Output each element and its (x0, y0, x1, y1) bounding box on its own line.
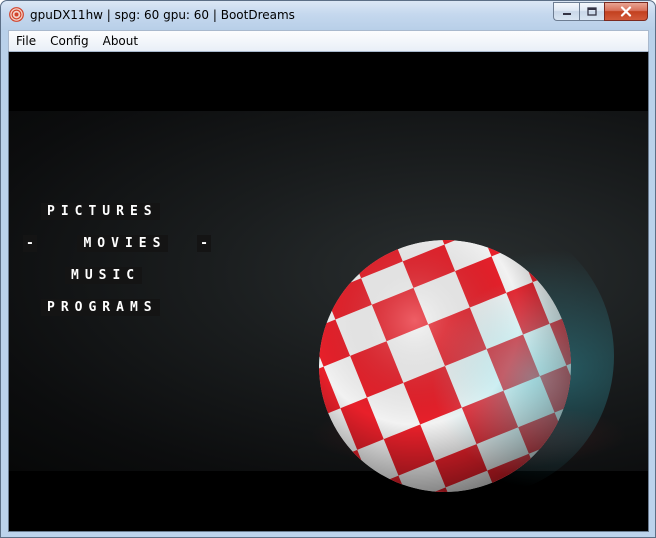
close-icon (620, 6, 632, 17)
selection-marker-right: - (197, 235, 211, 252)
minimize-button[interactable] (553, 2, 579, 21)
option-pictures-label: PICTURES (41, 203, 160, 220)
app-window: gpuDX11hw | spg: 60 gpu: 60 | BootDreams (0, 0, 656, 538)
option-programs[interactable]: PROGRAMS (9, 299, 209, 320)
option-movies-label: MOVIES (77, 235, 169, 252)
menu-about[interactable]: About (96, 32, 145, 51)
scene-background: PICTURES - MOVIES - MUSIC PROGRAMS (9, 111, 648, 496)
menu-config[interactable]: Config (43, 32, 96, 51)
option-programs-label: PROGRAMS (41, 299, 160, 316)
menu-bar: File Config About (8, 30, 649, 51)
render-viewport[interactable]: PICTURES - MOVIES - MUSIC PROGRAMS (8, 51, 649, 532)
menu-file[interactable]: File (9, 32, 43, 51)
ball-check (565, 428, 571, 453)
close-button[interactable] (604, 2, 648, 21)
title-bar[interactable]: gpuDX11hw | spg: 60 gpu: 60 | BootDreams (1, 1, 655, 30)
option-music-label: MUSIC (65, 267, 143, 284)
option-pictures[interactable]: PICTURES (9, 203, 209, 224)
app-swirl-icon (9, 7, 24, 22)
option-music[interactable]: MUSIC (9, 267, 209, 288)
maximize-button[interactable] (579, 2, 604, 21)
checkered-ball (319, 240, 571, 492)
caption-buttons (553, 2, 648, 21)
option-movies[interactable]: - MOVIES - (9, 235, 211, 256)
ball-check (319, 279, 325, 304)
minimize-icon (562, 12, 571, 15)
window-title: gpuDX11hw | spg: 60 gpu: 60 | BootDreams (30, 8, 295, 22)
maximize-icon (587, 7, 597, 16)
selection-marker-left: - (23, 235, 37, 252)
